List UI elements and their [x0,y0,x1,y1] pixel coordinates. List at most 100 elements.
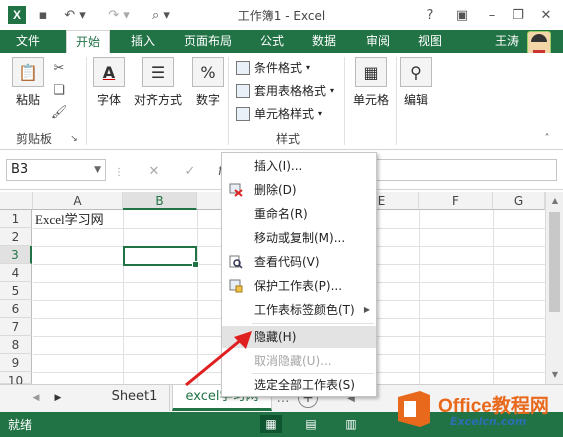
menu-item-tab-color[interactable]: 工作表标签颜色(T) ▶ [222,299,376,321]
menu-separator [252,323,374,324]
row-header[interactable]: 3 [0,246,32,264]
annotation-arrow [185,331,252,387]
window-title: 工作簿1 - Excel [237,9,326,23]
title-bar: X ▪ ↶ ▾ ↷ ▾ ⌕ ▾ 工作簿1 - Excel ? ▣ – ❐ ✕ [0,0,563,30]
cells-icon: ▦ [355,57,387,87]
percent-icon: % [192,57,224,87]
menu-item-view-code[interactable]: 查看代码(V) [222,251,376,273]
selected-cell-b3[interactable] [123,246,199,268]
cell-style-icon [236,107,250,121]
group-separator [86,57,87,145]
cancel-icon[interactable]: ✕ [146,162,162,180]
normal-view-icon[interactable]: ▦ [260,415,282,433]
page-layout-view-icon[interactable]: ▤ [300,415,322,433]
alignment-button[interactable]: ☰ 对齐方式 [132,57,184,108]
font-button[interactable]: A 字体 [92,57,126,108]
table-format-button[interactable]: 套用表格格式 ▾ [236,82,334,100]
binoculars-icon: ⚲ [400,57,432,87]
row-header[interactable]: 8 [0,336,32,354]
select-all-corner[interactable] [0,192,33,210]
next-sheet-icon[interactable]: ▶ [52,389,64,407]
table-format-icon [236,84,250,98]
row-header[interactable]: 6 [0,300,32,318]
menu-item-delete[interactable]: 删除(D) [222,179,376,201]
row-header[interactable]: 5 [0,282,32,300]
collapse-ribbon-icon[interactable]: ˄ [540,129,554,147]
view-code-icon [229,255,243,269]
group-label-styles: 样式 [276,132,301,146]
submenu-arrow-icon: ▶ [363,305,370,314]
watermark-brand: Office教程网 [438,396,549,417]
menu-item-move-copy[interactable]: 移动或复制(M)... [222,227,376,249]
office-logo-icon [398,391,430,427]
row-header[interactable]: 4 [0,264,32,282]
group-separator [396,57,397,145]
menu-item-rename[interactable]: 重命名(R) [222,203,376,225]
tab-file[interactable]: 文件 [0,30,56,53]
row-header[interactable]: 9 [0,354,32,372]
editing-button[interactable]: ⚲ 编辑 [400,57,432,108]
menu-item-protect-sheet[interactable]: 保护工作表(P)... [222,275,376,297]
row-header[interactable]: 1 [0,210,32,228]
gridline [493,210,494,384]
column-header[interactable]: B [123,192,197,210]
close-icon[interactable]: ✕ [536,6,556,24]
prev-sheet-icon[interactable]: ◀ [30,389,42,407]
help-icon[interactable]: ? [420,6,440,24]
row-header[interactable]: 10 [0,372,32,388]
page-break-view-icon[interactable]: ▥ [340,415,362,433]
scroll-down-icon[interactable]: ▼ [546,370,563,379]
group-separator [228,57,229,145]
sheet-tab[interactable]: Sheet1 [100,385,170,411]
row-header[interactable]: 2 [0,228,32,246]
tab-view[interactable]: 视图 [410,30,450,53]
align-icon: ☰ [142,57,174,87]
gridline [123,210,124,384]
ribbon-home: 📋 粘贴 ✂ ❏ 🖌 剪贴板 ↘ A 字体 ☰ 对齐方式 % 数字 条件格式 ▾ … [0,53,563,150]
dialog-launcher-icon[interactable]: ↘ [68,130,80,148]
format-painter-icon[interactable]: 🖌 [50,103,68,121]
cell-a1[interactable]: Excel学习网 [35,211,104,229]
ribbon-tab-bar: 文件 开始 插入 页面布局 公式 数据 审阅 视图 王涛 [0,30,563,59]
delete-sheet-icon [229,183,243,197]
conditional-format-button[interactable]: 条件格式 ▾ [236,59,310,77]
gridline [419,210,420,384]
copy-icon[interactable]: ❏ [50,81,68,99]
tab-formulas[interactable]: 公式 [252,30,292,53]
user-name[interactable]: 王涛 [495,30,519,53]
scroll-up-icon[interactable]: ▲ [546,196,563,205]
column-header[interactable]: G [493,192,545,210]
menu-item-insert[interactable]: 插入(I)... [222,155,376,177]
ribbon-display-icon[interactable]: ▣ [452,6,472,24]
watermark: Office教程网 Excelcn.com [390,387,560,433]
chevron-down-icon[interactable]: ▼ [94,160,101,180]
scroll-thumb[interactable] [549,212,560,312]
column-header[interactable]: F [419,192,493,210]
more-icon: ⋮ [114,166,124,178]
row-header[interactable]: 7 [0,318,32,336]
number-button[interactable]: % 数字 [192,57,224,108]
vertical-scrollbar[interactable]: ▲ ▼ [545,192,563,384]
cell-style-button[interactable]: 单元格样式 ▾ [236,105,322,123]
conditional-format-icon [236,61,250,75]
group-label-clipboard: 剪贴板 [16,132,53,146]
cut-icon[interactable]: ✂ [50,59,68,77]
name-box[interactable]: B3 ▼ [6,159,106,181]
tab-insert[interactable]: 插入 [121,30,165,53]
font-icon: A [93,57,125,87]
tab-data[interactable]: 数据 [304,30,344,53]
group-separator [344,57,345,145]
tab-page-layout[interactable]: 页面布局 [176,30,240,53]
clipboard-icon: 📋 [12,57,44,87]
cells-button[interactable]: ▦ 单元格 [350,57,392,108]
tab-review[interactable]: 审阅 [358,30,398,53]
status-ready: 就绪 [8,418,33,432]
enter-icon[interactable]: ✓ [182,162,198,180]
tab-home[interactable]: 开始 [66,30,110,53]
protect-sheet-icon [229,279,243,293]
restore-icon[interactable]: ❐ [508,6,528,24]
watermark-site: Excelcn.com [450,415,527,428]
column-header[interactable]: A [33,192,123,210]
minimize-icon[interactable]: – [482,6,502,24]
paste-button[interactable]: 📋 粘贴 [8,57,48,108]
